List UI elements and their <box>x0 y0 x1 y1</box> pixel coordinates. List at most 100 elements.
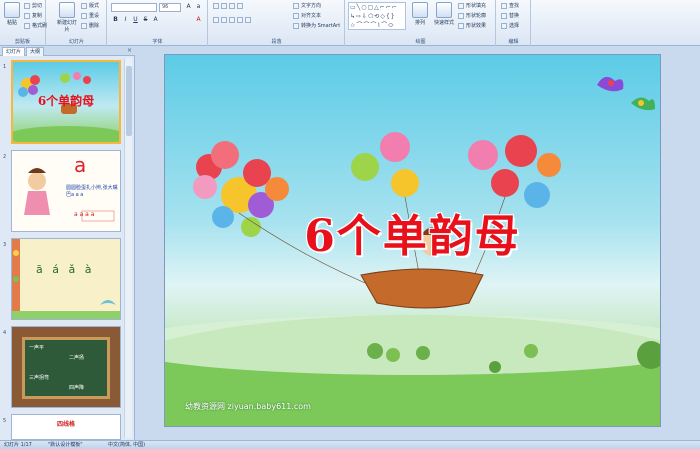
replace-button[interactable]: 替换 <box>501 12 519 19</box>
thumb-number: 3 <box>3 242 7 248</box>
bullets-icon <box>213 3 219 9</box>
slide-thumbnail-4[interactable]: 一声平 二声扬 三声拐弯 四声降 <box>11 326 121 408</box>
reset-icon <box>81 12 87 19</box>
shape-effects-button[interactable]: 形状效果 <box>458 22 486 29</box>
current-slide[interactable]: 6个单韵母 幼教资源网 ziyuan.baby611.com <box>164 54 661 427</box>
text-direction-button[interactable]: 文字方向 <box>293 2 321 9</box>
drawing-group: ▭╲○▢△⌐⌐⌐ ↳⇨⇩⬠⟲◇{} ☆⌒⌒⌒⌇⌒⬭ 排列 快速样式 形状填充 形状轮… <box>346 0 496 46</box>
strikethrough-button[interactable]: S <box>141 16 150 24</box>
font-size-input[interactable]: 96 <box>159 3 181 12</box>
grow-font-icon[interactable]: A <box>184 3 193 11</box>
thumb-number: 1 <box>3 64 7 70</box>
shapes-gallery[interactable]: ▭╲○▢△⌐⌐⌐ ↳⇨⇩⬠⟲◇{} ☆⌒⌒⌒⌇⌒⬭ <box>348 2 406 30</box>
slide-thumbnail-2[interactable]: a 圆圆脸蛋扎小辫,张大嘴巴a a a a a a a <box>11 150 121 232</box>
replace-icon <box>501 12 507 19</box>
bullets-buttons[interactable] <box>213 3 245 10</box>
slide-editing-area: 6个单韵母 幼教资源网 ziyuan.baby611.com <box>136 46 700 440</box>
justify-icon <box>237 17 243 23</box>
text-direction-icon <box>293 2 299 9</box>
pane-tabs: 幻灯片 大纲 × <box>0 46 135 56</box>
slide-thumbnail-3[interactable]: ā á ǎ à <box>11 238 121 320</box>
slides-group-label: 幻灯片 <box>68 39 84 45</box>
language-indicator[interactable]: 中文(简体, 中国) <box>108 441 145 449</box>
indent-icon <box>229 3 235 9</box>
paragraph-group: 文字方向 对齐文本 转换为 SmartArt 段落 <box>209 0 345 46</box>
quick-styles-button[interactable]: 快速样式 <box>432 2 456 32</box>
delete-slide-button[interactable]: 删除 <box>81 22 99 29</box>
font-group: 96 A a B I U S A A 字体 <box>108 0 208 46</box>
editing-group: 查找 替换 选择 编辑 <box>497 0 531 46</box>
smartart-button[interactable]: 转换为 SmartArt <box>293 22 340 29</box>
arrange-button[interactable]: 排列 <box>410 2 430 32</box>
quick-styles-icon <box>436 2 452 18</box>
paste-button[interactable]: 粘贴 <box>2 2 22 32</box>
copy-button[interactable]: 复制 <box>24 12 42 19</box>
align-buttons[interactable] <box>213 17 253 24</box>
clipboard-group-label: 剪贴板 <box>14 39 30 45</box>
slides-pane: 幻灯片 大纲 × 1 6个单韵母 2 a 圆圆脸蛋扎小辫,张大嘴巴a a a a… <box>0 46 135 440</box>
align-text-icon <box>293 12 299 19</box>
italic-button[interactable]: I <box>121 16 130 24</box>
align-left-icon <box>213 17 219 23</box>
thumbnail-scrollbar[interactable] <box>124 58 132 438</box>
format-painter-button[interactable]: 格式刷 <box>24 22 47 29</box>
shrink-font-icon[interactable]: a <box>194 3 203 11</box>
shape-fill-button[interactable]: 形状填充 <box>458 2 486 9</box>
ribbon: 粘贴 剪切 复制 格式刷 剪贴板 新建幻灯片 版式 重设 删除 幻灯片 96 A… <box>0 0 700 46</box>
drawing-group-label: 绘图 <box>415 39 426 45</box>
tab-outline[interactable]: 大纲 <box>26 47 45 56</box>
paste-icon <box>4 2 20 18</box>
thumb-number: 4 <box>3 330 7 336</box>
slide-title[interactable]: 6个单韵母 <box>165 200 660 264</box>
thumb-4-line: 三声拐弯 <box>29 375 50 381</box>
slides-group: 新建幻灯片 版式 重设 删除 幻灯片 <box>47 0 107 46</box>
thumb-number: 2 <box>3 154 7 160</box>
thumb-3-pinyin: ā á ǎ à <box>36 263 95 276</box>
thumb-4-line: 四声降 <box>69 385 85 391</box>
brush-icon <box>24 22 30 29</box>
thumb-4-line: 一声平 <box>29 345 45 351</box>
underline-button[interactable]: U <box>131 16 140 24</box>
effects-icon <box>458 22 464 29</box>
new-slide-icon <box>59 2 75 18</box>
font-group-label: 字体 <box>152 39 163 45</box>
thumb-2-pinyin: a a a a <box>74 211 95 218</box>
align-text-button[interactable]: 对齐文本 <box>293 12 321 19</box>
font-color-button[interactable]: A <box>194 16 203 24</box>
cut-button[interactable]: 剪切 <box>24 2 42 9</box>
shape-outline-button[interactable]: 形状轮廓 <box>458 12 486 19</box>
status-bar: 幻灯片 1/17 "默认设计模板" 中文(简体, 中国) <box>0 440 700 449</box>
select-button[interactable]: 选择 <box>501 22 519 29</box>
slide-thumbnail-1[interactable]: 6个单韵母 <box>11 60 121 144</box>
scissors-icon <box>24 2 30 9</box>
outline-pen-icon <box>458 12 464 19</box>
thumb-number: 5 <box>3 418 7 424</box>
align-right-icon <box>229 17 235 23</box>
thumb-3-art <box>12 239 120 319</box>
slide-thumbnail-5[interactable]: 四线格 <box>11 414 121 440</box>
smartart-icon <box>293 22 299 29</box>
thumb-2-caption: 圆圆脸蛋扎小辫,张大嘴巴a a a <box>66 185 118 198</box>
text-shadow-button[interactable]: A <box>151 16 160 24</box>
numbering-icon <box>221 3 227 9</box>
thumb-2-letter: a <box>74 153 87 177</box>
bold-button[interactable]: B <box>111 16 120 24</box>
slide-indicator: 幻灯片 1/17 <box>4 442 32 448</box>
close-icon[interactable]: × <box>127 47 132 54</box>
editing-group-label: 编辑 <box>508 39 519 45</box>
font-name-input[interactable] <box>111 3 157 12</box>
layout-button[interactable]: 版式 <box>81 2 99 9</box>
thumb-4-line: 二声扬 <box>69 355 85 361</box>
columns-icon <box>245 17 251 23</box>
chalkboard: 一声平 二声扬 三声拐弯 四声降 <box>22 337 110 399</box>
theme-name: "默认设计模板" <box>48 442 83 448</box>
clipboard-group: 粘贴 剪切 复制 格式刷 剪贴板 <box>0 0 47 46</box>
paragraph-group-label: 段落 <box>271 39 282 45</box>
scrollbar-thumb[interactable] <box>126 66 132 136</box>
find-button[interactable]: 查找 <box>501 2 519 9</box>
tab-slides[interactable]: 幻灯片 <box>2 47 26 56</box>
reset-button[interactable]: 重设 <box>81 12 99 19</box>
delete-icon <box>81 22 87 29</box>
new-slide-button[interactable]: 新建幻灯片 <box>55 2 79 33</box>
binoculars-icon <box>501 2 507 9</box>
